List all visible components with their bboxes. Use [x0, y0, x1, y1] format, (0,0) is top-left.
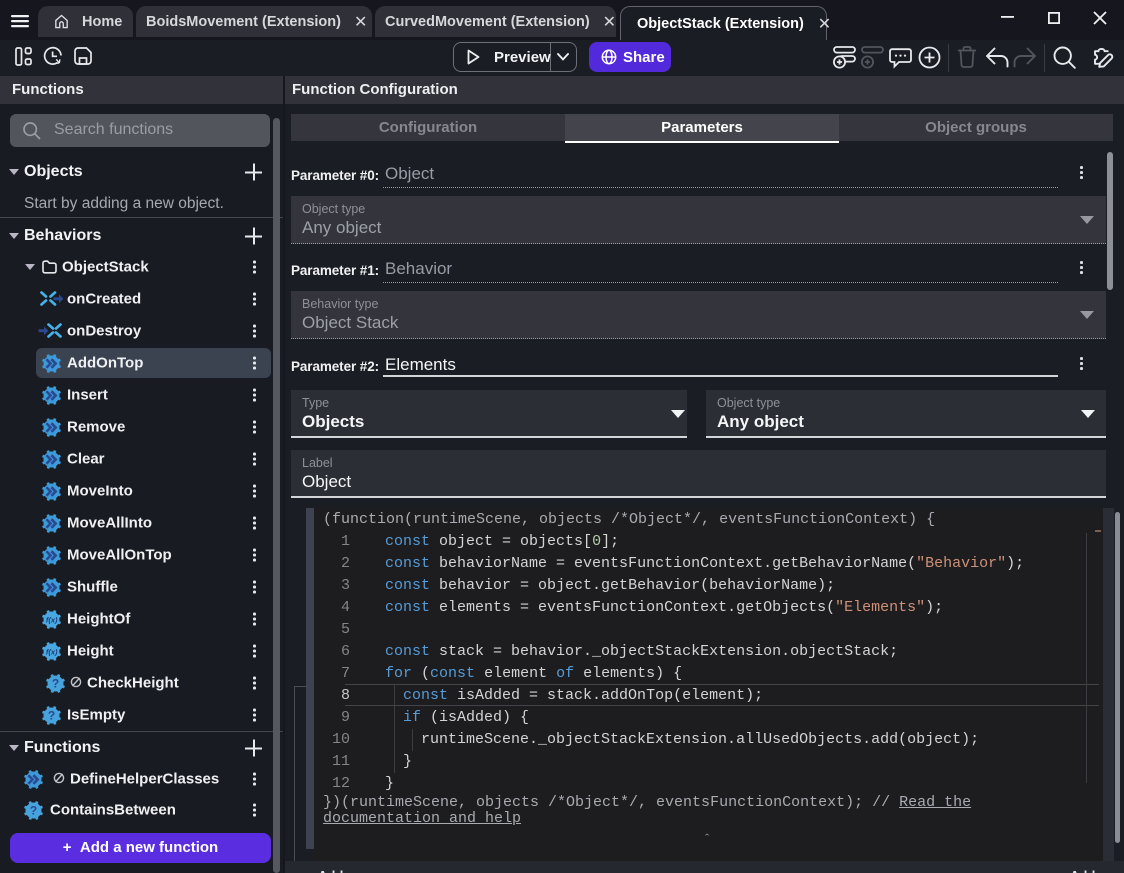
svg-text:?: ? [52, 677, 59, 691]
svg-text:?: ? [48, 709, 55, 723]
svg-text:f(x): f(x) [46, 615, 58, 624]
svg-text:?: ? [30, 804, 37, 818]
svg-text:f(x): f(x) [46, 647, 58, 656]
